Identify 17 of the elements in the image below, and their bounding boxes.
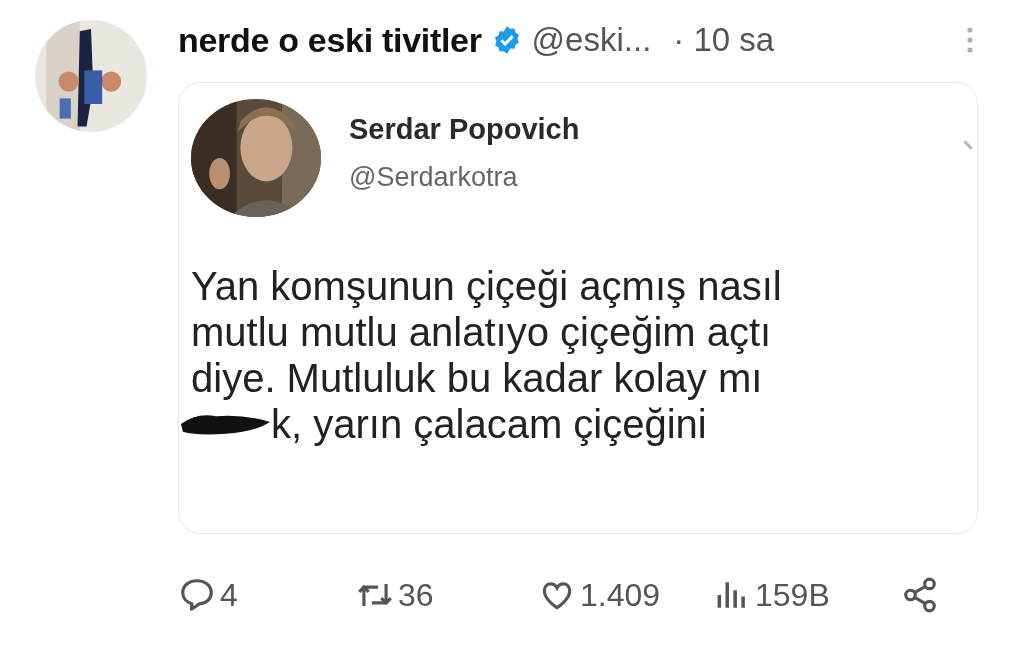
quoted-image-card[interactable]: Serdar Popovich @Serdarkotra Yan komşunun çiçeği açmış nasıl mutlu mutlu anlatıyo çiçeğim açtı diye. Mutluluk bu kadar kolay mı k, yarın çalacam çiçeğini <box>178 82 978 534</box>
reply-icon[interactable] <box>178 576 216 614</box>
quoted-text-line: diye. Mutluluk bu kadar kolay mı <box>191 355 763 401</box>
quoted-text-line: mutlu mutlu anlatıyo çiçeğim açtı <box>191 309 772 355</box>
caret-icon <box>963 139 973 151</box>
author-handle: @eski... <box>531 21 652 59</box>
author-name: nerde o eski tivitler <box>178 20 482 60</box>
quoted-text-line: k, yarın çalacam çiçeğini <box>271 401 707 447</box>
like-count: 1.409 <box>580 576 661 614</box>
quoted-author-handle: @Serdarkotra <box>349 162 519 193</box>
quoted-author-name: Serdar Popovich <box>349 113 581 146</box>
retweet-count: 36 <box>398 576 434 614</box>
share-icon[interactable] <box>901 576 939 614</box>
reply-count: 4 <box>220 576 238 614</box>
post-time: · 10 sa <box>673 21 775 59</box>
views-count: 159B <box>755 576 830 614</box>
quoted-text-line: Yan komşunun çiçeği açmış nasıl <box>191 263 782 309</box>
